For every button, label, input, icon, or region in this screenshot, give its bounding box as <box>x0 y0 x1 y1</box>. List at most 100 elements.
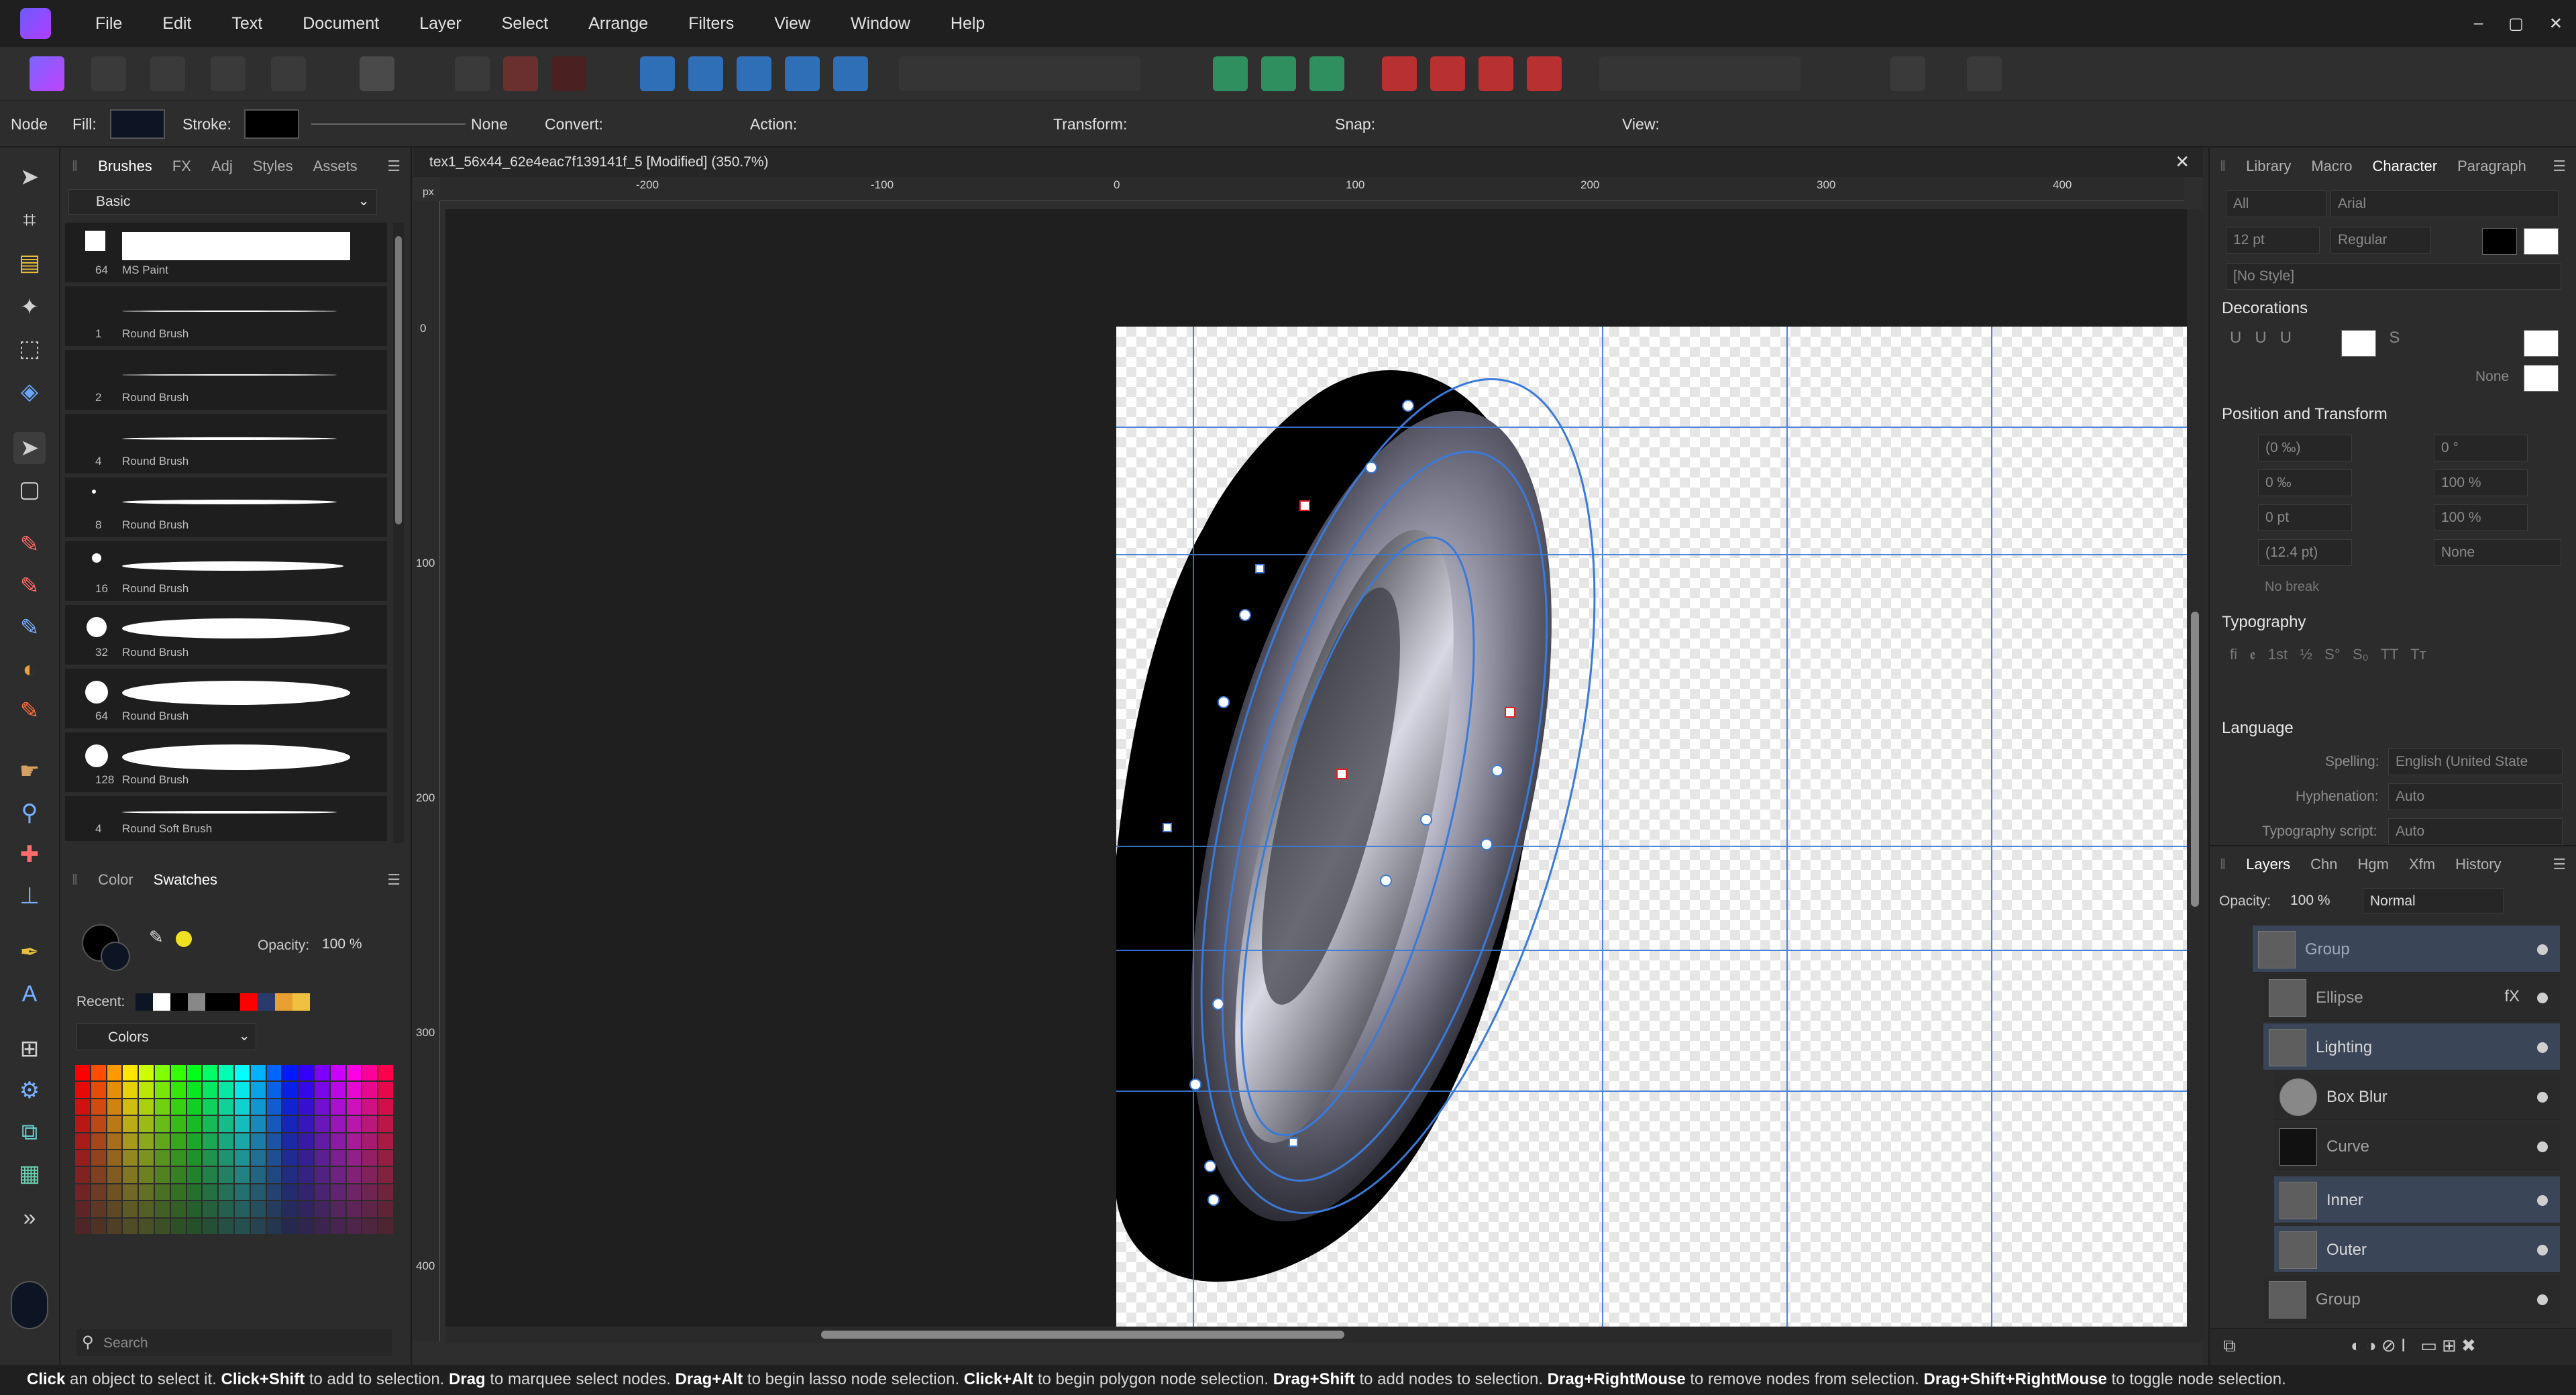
palette-swatch[interactable] <box>299 1218 313 1234</box>
layer-row[interactable]: Ellipse fX <box>2263 974 2560 1021</box>
view-mode-icon[interactable] <box>360 56 394 91</box>
palette-swatch[interactable] <box>362 1184 378 1201</box>
palette-swatch[interactable] <box>234 1133 250 1149</box>
palette-swatch[interactable] <box>219 1150 233 1166</box>
tab-color[interactable]: Color <box>88 871 144 889</box>
vertical-ruler[interactable]: 0 100 200 300 400 <box>413 201 440 1341</box>
font-collection-select[interactable]: All <box>2226 190 2326 217</box>
palette-swatch[interactable] <box>186 1116 202 1132</box>
palette-swatch[interactable] <box>282 1099 298 1115</box>
palette-swatch[interactable] <box>362 1218 378 1234</box>
tracking-field[interactable]: 0 ‰ <box>2258 469 2352 496</box>
palette-swatch[interactable] <box>91 1218 106 1234</box>
palette-swatch[interactable] <box>250 1116 266 1132</box>
brush-item[interactable]: 32 Round Brush <box>65 605 387 667</box>
palette-swatch[interactable] <box>330 1150 345 1166</box>
palette-swatch[interactable] <box>330 1218 345 1234</box>
palette-swatch[interactable] <box>346 1184 362 1201</box>
palette-swatch[interactable] <box>234 1116 250 1132</box>
palette-swatch[interactable] <box>154 1150 170 1166</box>
palette-swatch[interactable] <box>378 1184 393 1201</box>
visibility-toggle[interactable] <box>2537 1141 2548 1152</box>
palette-swatch[interactable] <box>346 1082 362 1098</box>
recent-swatch[interactable] <box>292 993 310 1011</box>
visibility-toggle[interactable] <box>2537 1294 2548 1305</box>
palette-swatch[interactable] <box>91 1201 106 1217</box>
brush-item[interactable]: 64 MS Paint <box>65 223 387 284</box>
palette-swatch[interactable] <box>266 1133 282 1149</box>
palette-swatch[interactable] <box>299 1201 313 1217</box>
palette-swatch[interactable] <box>219 1116 233 1132</box>
hyphenation-select[interactable]: Auto <box>2388 783 2563 810</box>
palette-swatch[interactable] <box>203 1167 218 1183</box>
visibility-toggle[interactable] <box>2537 1092 2548 1103</box>
decoration-color-swatch-2[interactable] <box>2524 330 2559 357</box>
palette-swatch[interactable] <box>107 1150 122 1166</box>
ruler-tool-icon[interactable]: ▤ <box>13 247 46 279</box>
palette-swatch[interactable] <box>107 1184 122 1201</box>
palette-swatch[interactable] <box>378 1065 393 1081</box>
strike-field[interactable]: None <box>2434 539 2561 566</box>
palette-swatch[interactable] <box>75 1099 90 1115</box>
palette-swatch[interactable] <box>299 1082 313 1098</box>
palette-swatch[interactable] <box>139 1201 154 1217</box>
typography-script-select[interactable]: Auto <box>2388 818 2563 845</box>
palette-swatch[interactable] <box>362 1133 378 1149</box>
recent-swatch[interactable] <box>136 993 153 1011</box>
develop-persona-icon[interactable] <box>150 56 185 91</box>
palette-swatch[interactable] <box>282 1150 298 1166</box>
palette-swatch[interactable] <box>250 1082 266 1098</box>
brush-item[interactable]: 1 Round Brush <box>65 286 387 348</box>
palette-swatch[interactable] <box>219 1218 233 1234</box>
menu-view[interactable]: View <box>754 14 830 34</box>
recent-swatch[interactable] <box>240 993 258 1011</box>
palette-swatch[interactable] <box>346 1150 362 1166</box>
palette-swatch[interactable] <box>107 1065 122 1081</box>
smudge-tool-icon[interactable]: ☛ <box>13 755 46 787</box>
canvas[interactable] <box>445 209 2190 1343</box>
blend-mode-select[interactable]: Normal <box>2363 888 2504 913</box>
palette-swatch[interactable] <box>91 1150 106 1166</box>
layer-opacity-field[interactable]: 100 % <box>2288 888 2355 913</box>
position-transform-section[interactable]: Position and Transform <box>2222 405 2387 424</box>
text-style-select[interactable]: [No Style] <box>2226 263 2561 290</box>
palette-swatch[interactable] <box>91 1082 106 1098</box>
palette-swatch[interactable] <box>282 1133 298 1149</box>
palette-swatch[interactable] <box>362 1065 378 1081</box>
maximize-button[interactable]: ▢ <box>2508 14 2524 34</box>
palette-swatch[interactable] <box>314 1065 329 1081</box>
palette-swatch[interactable] <box>362 1099 378 1115</box>
kerning-field[interactable]: (0 ‰) <box>2258 435 2352 461</box>
palette-select[interactable]: Colors ⌄ <box>76 1023 256 1050</box>
minimize-button[interactable]: – <box>2474 14 2483 33</box>
palette-swatch[interactable] <box>234 1184 250 1201</box>
context-color-dot[interactable] <box>176 931 192 947</box>
palette-swatch[interactable] <box>330 1082 345 1098</box>
palette-swatch[interactable] <box>75 1133 90 1149</box>
layer-row[interactable]: Outer <box>2274 1226 2560 1273</box>
brush-item[interactable]: 2 Round Brush <box>65 350 387 412</box>
palette-swatch[interactable] <box>346 1116 362 1132</box>
palette-swatch[interactable] <box>203 1184 218 1201</box>
menu-window[interactable]: Window <box>830 14 930 34</box>
palette-swatch[interactable] <box>154 1201 170 1217</box>
palette-swatch[interactable] <box>123 1184 138 1201</box>
layer-row[interactable]: Group <box>2263 1276 2560 1323</box>
palette-swatch[interactable] <box>107 1116 122 1132</box>
palette-swatch[interactable] <box>314 1201 329 1217</box>
palette-swatch[interactable] <box>299 1065 313 1081</box>
palette-swatch[interactable] <box>186 1133 202 1149</box>
palette-swatch[interactable] <box>219 1065 233 1081</box>
menu-document[interactable]: Document <box>282 14 399 34</box>
palette-swatch[interactable] <box>346 1218 362 1234</box>
palette-swatch[interactable] <box>139 1099 154 1115</box>
clone-tool-icon[interactable]: ⊥ <box>13 880 46 912</box>
palette-swatch[interactable] <box>234 1082 250 1098</box>
recent-swatch[interactable] <box>170 993 188 1011</box>
palette-swatch[interactable] <box>123 1116 138 1132</box>
palette-swatch[interactable] <box>186 1167 202 1183</box>
brush-item[interactable]: 8 Round Brush <box>65 478 387 539</box>
tab-transform[interactable]: Xfm <box>2399 856 2445 873</box>
palette-swatch[interactable] <box>250 1065 266 1081</box>
palette-swatch[interactable] <box>154 1184 170 1201</box>
